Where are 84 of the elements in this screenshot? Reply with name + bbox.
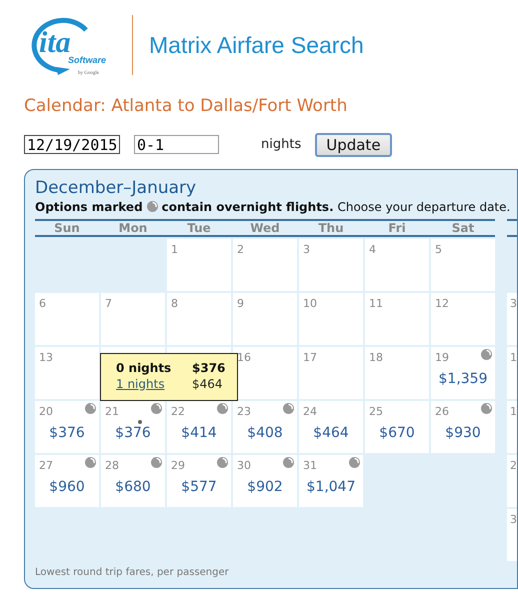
fare-price: $376: [48, 424, 86, 442]
fare-price: $960: [48, 478, 86, 496]
day-number: 9: [237, 296, 244, 312]
nights-field[interactable]: 0-1: [134, 135, 219, 154]
day-cell[interactable]: 30 $902: [233, 454, 297, 506]
day-number: 5: [435, 242, 442, 258]
fare-price: $577: [180, 478, 218, 496]
day-cell[interactable]: 24 $464: [299, 400, 363, 452]
nights-label: nights: [261, 136, 302, 154]
day-number: 4: [369, 242, 376, 258]
day-number: 19: [435, 350, 449, 366]
day-number: 6: [39, 296, 46, 312]
day-cell[interactable]: 29 $577: [167, 454, 231, 506]
day-number: 13: [39, 350, 53, 366]
logo-tagline: Software: [68, 55, 106, 65]
moon-icon: [146, 201, 158, 212]
nights-option: 0 nights: [116, 360, 192, 376]
day-number: 8: [171, 296, 178, 312]
day-cell[interactable]: 27 $960: [35, 454, 99, 506]
day-cell[interactable]: 19 $1,359: [431, 346, 495, 398]
day-number: 10: [303, 296, 317, 312]
day-number: 1: [171, 242, 178, 258]
fare-price: $376: [114, 424, 152, 442]
day-cell[interactable]: 28 $680: [101, 454, 165, 506]
day-number: 21: [105, 404, 119, 420]
day-cell[interactable]: 22 $414: [167, 400, 231, 452]
nights-link[interactable]: 1 nights: [116, 376, 165, 390]
day-number: 20: [39, 404, 53, 420]
day-cell[interactable]: 31 $1,047: [299, 454, 363, 506]
page-heading: Calendar: Atlanta to Dallas/Fort Worth: [24, 95, 348, 118]
fare-price: $1,359: [438, 370, 488, 388]
calendar-title: December–January: [35, 178, 198, 198]
fare-price: $902: [246, 478, 284, 496]
site-title: Matrix Airfare Search: [149, 30, 364, 60]
weekday-label: Sun: [53, 220, 81, 234]
weekday-label: Tue: [186, 220, 212, 234]
day-number: 26: [435, 404, 449, 420]
weekday-label: Thu: [317, 220, 345, 234]
day-number: 31: [303, 458, 317, 474]
fare-price: $414: [180, 424, 218, 442]
day-number: 3: [510, 512, 517, 528]
month-header-bar: [507, 218, 517, 236]
fare-price: $670: [378, 424, 416, 442]
weekday-label: Mon: [118, 220, 148, 234]
day-number: 28: [105, 458, 119, 474]
weekday-label: Fri: [387, 220, 407, 234]
day-number: 22: [171, 404, 185, 420]
day-number: 7: [105, 296, 112, 312]
fare-price: $464: [312, 424, 350, 442]
day-number: 29: [171, 458, 185, 474]
day-cell[interactable]: 23 $408: [233, 400, 297, 452]
day-number: 25: [369, 404, 383, 420]
legend-text: contain overnight flights. Choose your departure date.: [162, 198, 510, 216]
day-number: 12: [435, 296, 449, 312]
date-field[interactable]: 12/19/2015: [24, 135, 120, 154]
day-cell[interactable]: 25 $670: [365, 400, 429, 452]
day-number: 2: [237, 242, 244, 258]
fare-price: $1,047: [306, 478, 356, 496]
fare-price: $930: [444, 424, 482, 442]
day-number: 24: [303, 404, 317, 420]
weekday-label: Wed: [249, 220, 281, 234]
option-price: $464: [192, 376, 224, 392]
footnote-text: Lowest round trip fares, per passenger: [35, 566, 230, 580]
day-number: 3: [303, 242, 310, 258]
day-number: 27: [39, 458, 53, 474]
legend-text: Options marked: [35, 198, 143, 216]
day-number: 3: [510, 296, 517, 312]
day-number: 30: [237, 458, 251, 474]
day-number: 16: [237, 350, 251, 366]
day-number: 11: [369, 296, 383, 312]
fare-price: $680: [114, 478, 152, 496]
day-number: 1: [510, 404, 517, 420]
day-number: 17: [303, 350, 317, 366]
day-number: 1: [510, 350, 517, 366]
option-price: $376: [192, 360, 226, 376]
update-button[interactable]: Update: [315, 132, 392, 156]
day-cell[interactable]: 21 $376: [101, 400, 165, 452]
day-number: 2: [510, 458, 517, 474]
weekday-label: Sat: [450, 220, 476, 234]
day-number: 18: [369, 350, 383, 366]
fare-price: $408: [246, 424, 284, 442]
day-number: 23: [237, 404, 251, 420]
day-cell[interactable]: 20 $376: [35, 400, 99, 452]
day-cell[interactable]: 26 $930: [431, 400, 495, 452]
